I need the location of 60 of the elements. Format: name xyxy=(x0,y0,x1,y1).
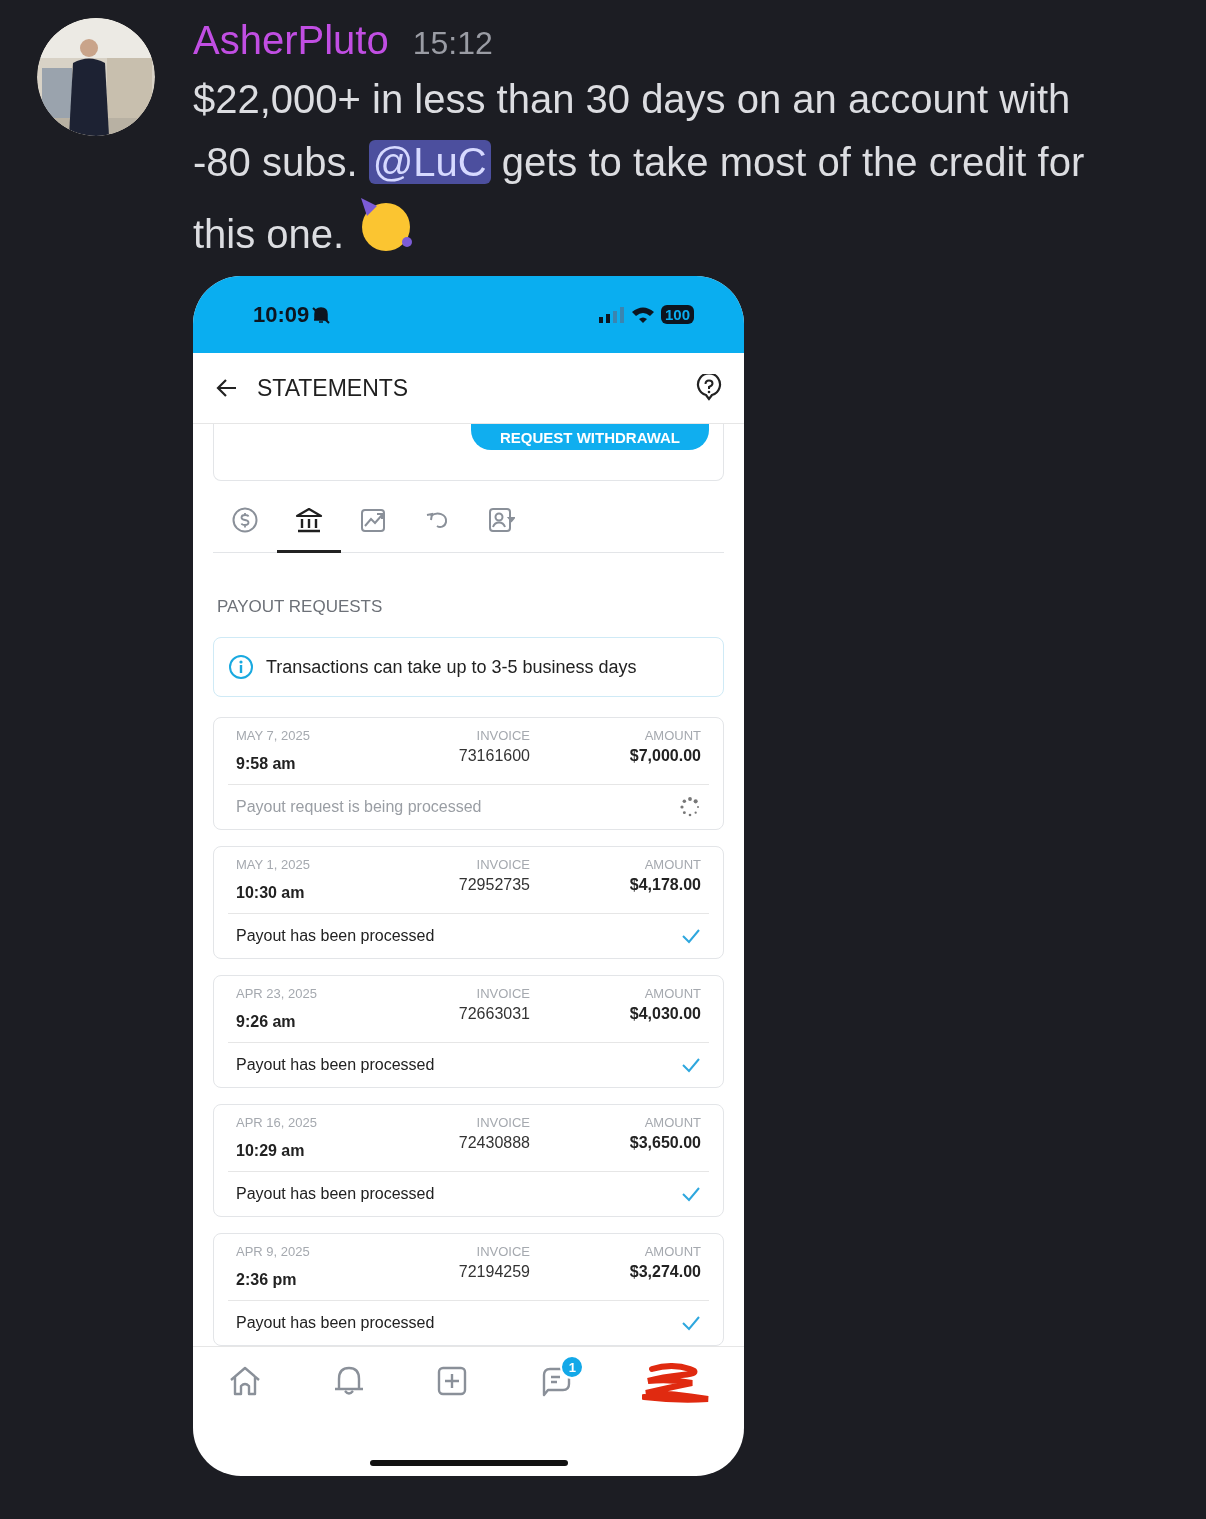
wifi-icon xyxy=(630,305,655,324)
payout-amount: $4,030.00 xyxy=(629,1005,701,1023)
info-icon xyxy=(228,654,254,680)
notification-badge: 1 xyxy=(560,1355,585,1379)
payout-amount: $3,650.00 xyxy=(629,1134,701,1152)
invoice-number: 72663031 xyxy=(458,1005,530,1023)
payout-date: APR 23, 2025 xyxy=(236,986,318,1001)
battery-level: 100 xyxy=(660,305,694,324)
invoice-number: 73161600 xyxy=(458,747,530,765)
payout-amount: $7,000.00 xyxy=(629,747,701,765)
status-time: 10:09 xyxy=(253,301,310,328)
amount-label: AMOUNT xyxy=(644,986,701,1001)
signal-icon xyxy=(598,306,625,323)
invoice-label: INVOICE xyxy=(476,1244,530,1259)
invoice-label: INVOICE xyxy=(476,1115,530,1130)
payout-time: 2:36 pm xyxy=(236,1271,298,1289)
invoice-number: 72194259 xyxy=(458,1263,530,1281)
message-text: $22,000+ in less than 30 days on an account with -80 subs. @LuC gets to take most of the credit for this one. xyxy=(193,76,1086,258)
amount-label: AMOUNT xyxy=(644,1244,701,1259)
help-icon[interactable] xyxy=(696,374,722,402)
payout-status: Payout request is being processed xyxy=(236,798,482,816)
payout-amount: $4,178.00 xyxy=(629,876,701,894)
section-title: PAYOUT REQUESTS xyxy=(217,597,384,617)
check-icon xyxy=(681,1057,701,1073)
payout-status: Payout has been processed xyxy=(236,927,435,945)
payout-time: 10:30 am xyxy=(236,884,306,902)
check-icon xyxy=(681,1315,701,1331)
loading-spinner-icon xyxy=(679,796,701,818)
payout-time: 9:58 am xyxy=(236,755,297,773)
invoice-label: INVOICE xyxy=(476,986,530,1001)
info-text: Transactions can take up to 3-5 business days xyxy=(266,656,637,678)
payout-status: Payout has been processed xyxy=(236,1056,435,1074)
payout-time: 10:29 am xyxy=(236,1142,306,1160)
page-title: STATEMENTS xyxy=(257,374,410,402)
payout-status: Payout has been processed xyxy=(236,1314,435,1332)
contact-icon xyxy=(487,505,515,534)
check-icon xyxy=(681,928,701,944)
bank-icon xyxy=(295,505,323,534)
mention-link[interactable]: @LuC xyxy=(368,140,491,184)
request-withdrawal-button[interactable]: REQUEST WITHDRAWAL xyxy=(471,424,709,450)
invoice-label: INVOICE xyxy=(476,728,530,743)
payout-date: MAY 7, 2025 xyxy=(236,728,311,743)
check-icon xyxy=(681,1186,701,1202)
payout-amount: $3,274.00 xyxy=(629,1263,701,1281)
invoice-number: 72430888 xyxy=(458,1134,530,1152)
payout-status: Payout has been processed xyxy=(236,1185,435,1203)
payout-time: 9:26 am xyxy=(236,1013,297,1031)
timestamp: 15:12 xyxy=(412,25,493,62)
dollar-icon xyxy=(231,505,259,534)
payout-date: APR 9, 2025 xyxy=(236,1244,311,1259)
invoice-label: INVOICE xyxy=(476,857,530,872)
amount-label: AMOUNT xyxy=(644,857,701,872)
amount-label: AMOUNT xyxy=(644,728,701,743)
payout-date: MAY 1, 2025 xyxy=(236,857,311,872)
payout-date: APR 16, 2025 xyxy=(236,1115,318,1130)
redaction-scribble xyxy=(642,1363,711,1403)
bell-off-icon xyxy=(311,304,332,325)
invoice-number: 72952735 xyxy=(458,876,530,894)
username[interactable]: AsherPluto xyxy=(193,18,389,63)
amount-label: AMOUNT xyxy=(644,1115,701,1130)
